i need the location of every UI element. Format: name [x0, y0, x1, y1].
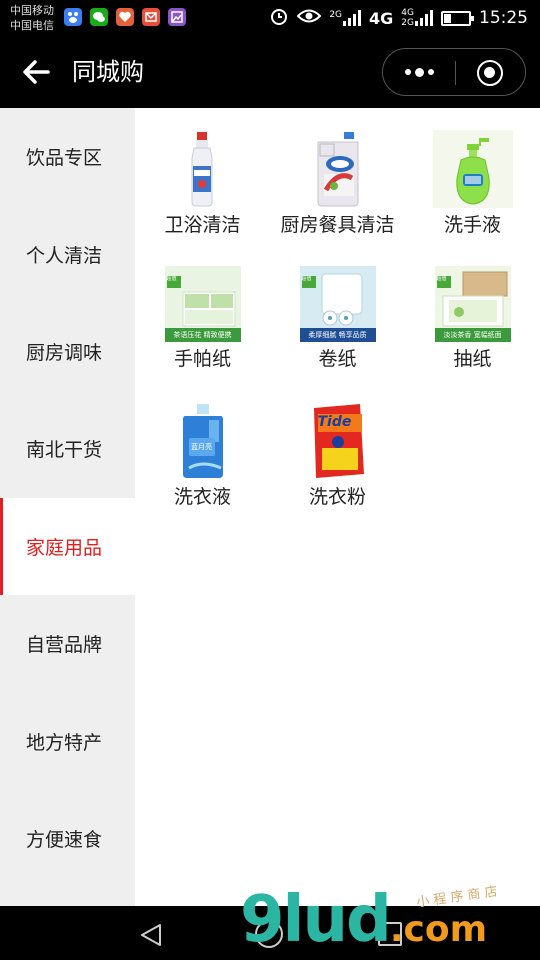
health-icon — [116, 8, 134, 26]
net-label-3a: 4G — [401, 8, 414, 18]
content-area: 饮品专区 个人清洁 厨房调味 南北干货 家庭用品 自营品牌 地方特产 方便速食 … — [0, 108, 540, 906]
product-name: 厨房餐具清洁 — [280, 214, 395, 236]
gallery-icon — [168, 8, 186, 26]
baidu-icon — [64, 8, 82, 26]
sidebar-item-label: 家庭用品 — [26, 536, 103, 559]
page-title: 同城购 — [72, 58, 144, 86]
product-item-facial-tissue[interactable]: 超值 淡淡茶香 宽幅纸面 抽纸 — [405, 266, 540, 402]
battery-icon — [441, 10, 474, 26]
nav-home-button[interactable] — [255, 920, 283, 948]
net-label-1: 2G — [329, 10, 343, 20]
sidebar-item-instant-food[interactable]: 方便速食 — [0, 790, 135, 887]
category-sidebar: 饮品专区 个人清洁 厨房调味 南北干货 家庭用品 自营品牌 地方特产 方便速食 — [0, 108, 135, 906]
nav-recent-apps-button[interactable] — [378, 922, 402, 946]
product-name: 洗衣粉 — [308, 486, 366, 508]
sidebar-item-local-specialty[interactable]: 地方特产 — [0, 692, 135, 789]
product-item-laundry-liquid[interactable]: 蓝月亮 洗衣液 — [135, 402, 270, 538]
net-label-2: 4G — [369, 8, 394, 28]
mail-icon — [142, 8, 160, 26]
sidebar-item-label: 自营品牌 — [26, 634, 103, 657]
product-image: Tide — [298, 402, 378, 480]
product-item-laundry-powder[interactable]: Tide 洗衣粉 — [270, 402, 405, 538]
signal-2g: 2G — [329, 10, 362, 26]
promo-tag: 超值 — [301, 276, 312, 282]
brand-label: 蓝月亮 — [191, 443, 212, 451]
capsule-divider — [455, 61, 456, 85]
alarm-icon — [269, 6, 289, 30]
sidebar-item-label: 厨房调味 — [26, 341, 103, 364]
sidebar-item-household[interactable]: 家庭用品 — [0, 497, 135, 596]
product-name: 卫浴清洁 — [164, 214, 241, 236]
product-item-toilet-cleaner[interactable]: 卫浴清洁 — [135, 130, 270, 266]
product-image: 超值 淡淡茶香 宽幅纸面 — [434, 266, 511, 342]
product-image: 超值 茶语压花 精致便携 — [164, 266, 241, 342]
product-image — [298, 130, 378, 208]
product-name: 卷纸 — [318, 348, 357, 370]
brand-label: Tide — [317, 414, 352, 430]
notification-icons — [64, 8, 186, 26]
product-name: 洗衣液 — [173, 486, 231, 508]
product-item-hand-soap[interactable]: 洗手液 — [405, 130, 540, 266]
product-image: 蓝月亮 — [163, 402, 243, 480]
carrier-label-1: 中国移动 — [10, 4, 54, 17]
product-image — [163, 130, 243, 208]
clock: 15:25 — [479, 8, 528, 28]
mini-program-header: 同城购 — [0, 36, 540, 108]
android-nav-bar — [0, 906, 540, 960]
more-button[interactable] — [383, 49, 455, 95]
sidebar-item-kitchen-seasoning[interactable]: 厨房调味 — [0, 303, 135, 400]
system-status: 2G 4G 4G 2G 15:25 — [269, 6, 528, 30]
sidebar-item-drinks[interactable]: 饮品专区 — [0, 108, 135, 205]
product-banner-text: 柔厚细腻 畅享品质 — [308, 331, 367, 339]
promo-tag: 超值 — [166, 276, 177, 282]
signal-bars-icon — [415, 10, 433, 26]
product-item-pocket-tissue[interactable]: 超值 茶语压花 精致便携 手帕纸 — [135, 266, 270, 402]
more-dots-icon — [404, 69, 411, 75]
product-banner-text: 淡淡茶香 宽幅纸面 — [443, 331, 502, 339]
back-button[interactable] — [18, 54, 54, 90]
product-name: 洗手液 — [443, 214, 501, 236]
product-banner-text: 茶语压花 精致便携 — [173, 331, 232, 339]
status-bar: 中国移动 中国电信 2G 4G 4G 2G 15:25 — [0, 0, 540, 36]
product-name: 抽纸 — [453, 348, 492, 370]
product-image: 超值 柔厚细腻 畅享品质 — [299, 266, 376, 342]
close-miniprogram-button[interactable] — [477, 60, 503, 86]
carrier-label-2: 中国电信 — [10, 19, 54, 32]
sidebar-item-label: 南北干货 — [26, 439, 103, 462]
sidebar-item-dry-goods[interactable]: 南北干货 — [0, 400, 135, 497]
promo-tag: 超值 — [436, 276, 447, 282]
sidebar-item-label: 饮品专区 — [26, 147, 103, 170]
product-item-toilet-roll[interactable]: 超值 柔厚细腻 畅享品质 卷纸 — [270, 266, 405, 402]
eye-icon — [296, 8, 322, 28]
nav-back-icon[interactable] — [138, 922, 164, 948]
signal-bars-icon — [343, 10, 362, 26]
product-item-dish-detergent[interactable]: 厨房餐具清洁 — [270, 130, 405, 266]
product-grid: 卫浴清洁 厨房餐具清洁 洗手液 超值 茶语压花 精致便携 手帕纸 超值 柔厚细腻… — [135, 108, 540, 538]
product-name: 手帕纸 — [173, 348, 231, 370]
sidebar-item-label: 地方特产 — [26, 731, 103, 754]
wechat-icon — [90, 8, 108, 26]
menu-capsule — [382, 48, 526, 96]
sidebar-item-label: 方便速食 — [26, 828, 103, 851]
back-arrow-icon — [23, 60, 50, 84]
net-label-3b: 2G — [401, 18, 414, 28]
carrier-info: 中国移动 中国电信 — [10, 3, 54, 33]
product-image — [432, 130, 513, 208]
sidebar-item-label: 个人清洁 — [26, 244, 103, 267]
sidebar-item-personal-care[interactable]: 个人清洁 — [0, 205, 135, 302]
sidebar-item-own-brand[interactable]: 自营品牌 — [0, 595, 135, 692]
signal-dual: 4G 2G — [401, 8, 433, 28]
